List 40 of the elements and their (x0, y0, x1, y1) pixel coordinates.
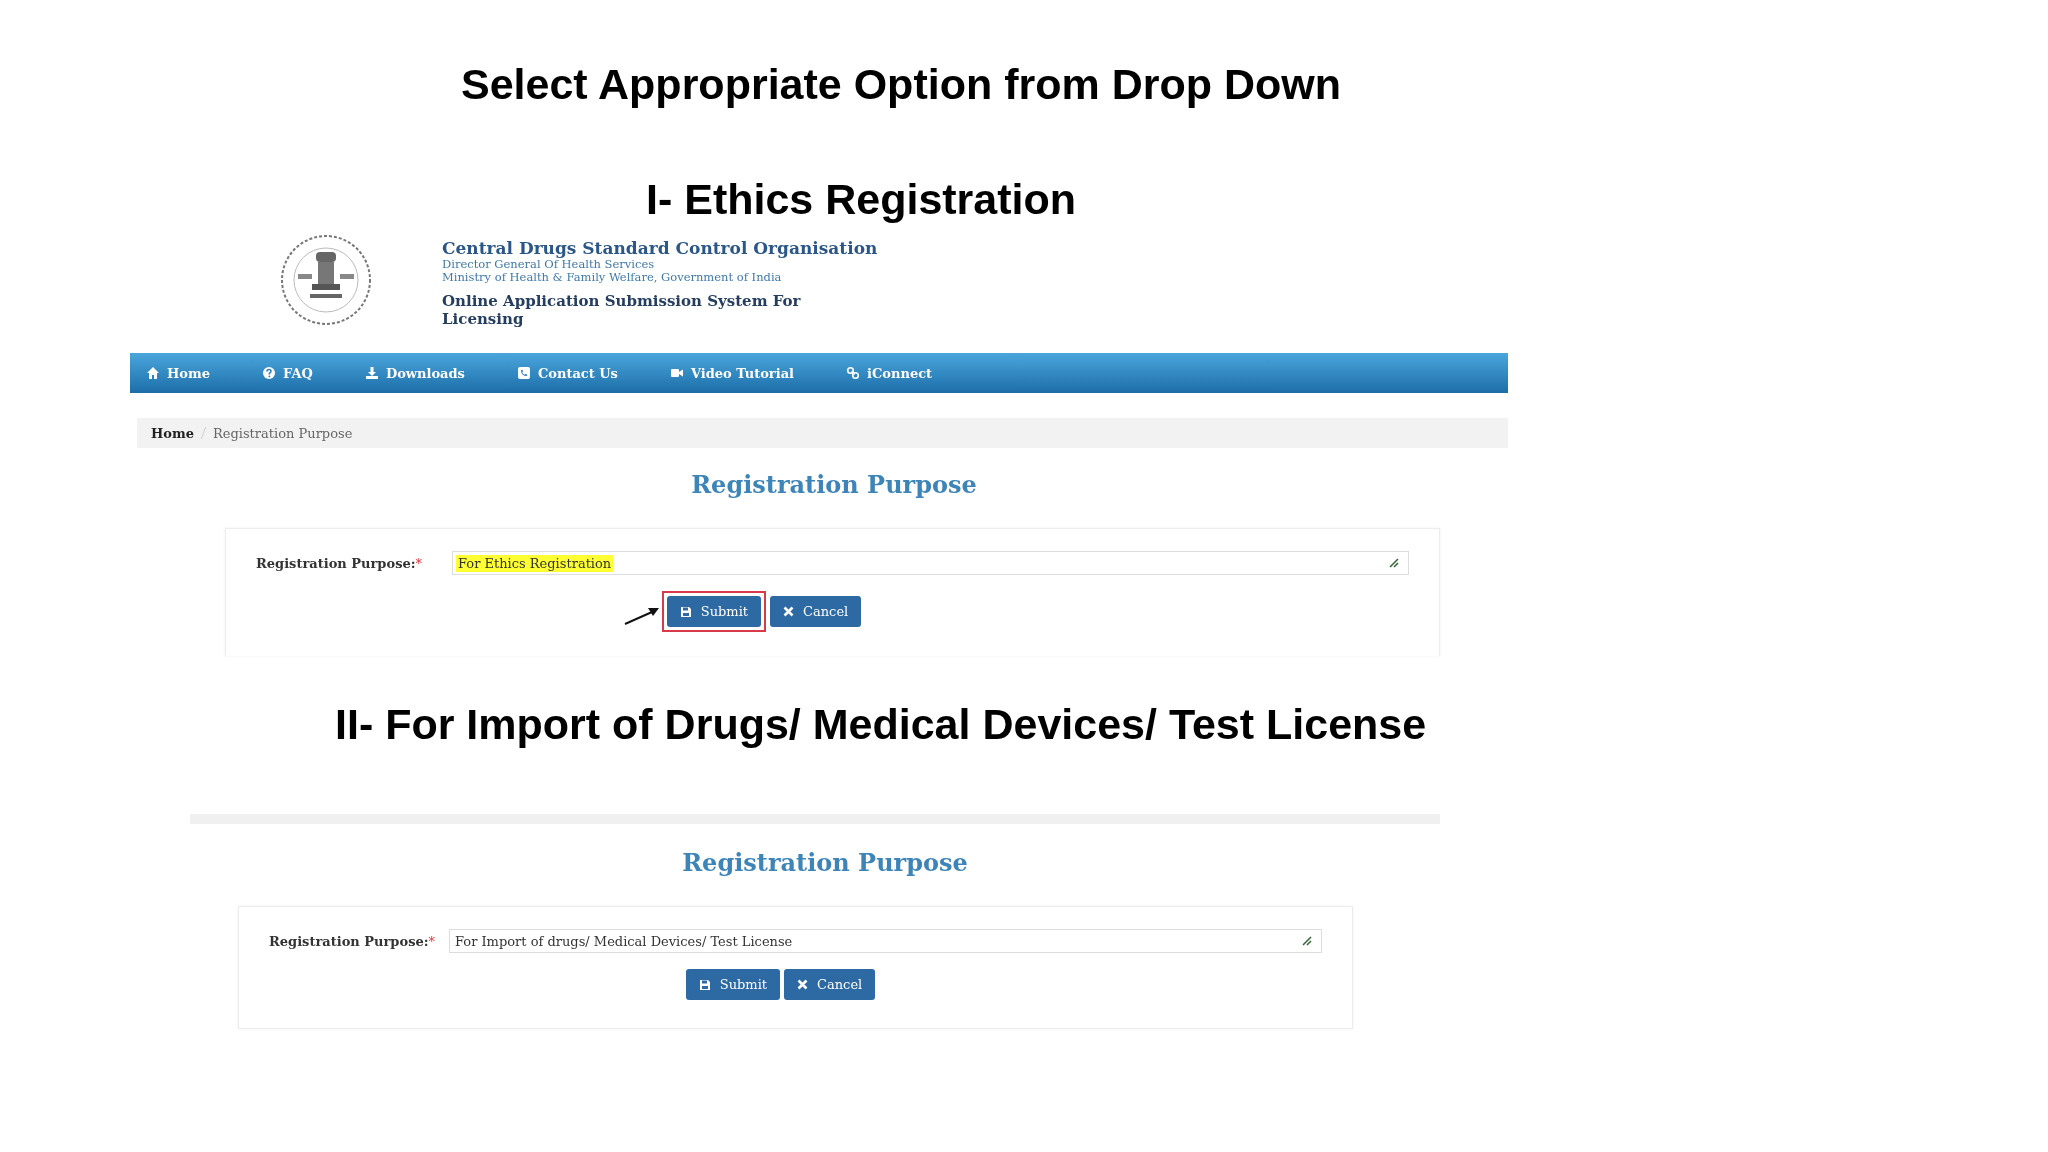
section-heading: II- For Import of Drugs/ Medical Devices/ Test License (334, 700, 1428, 748)
required-mark: * (415, 555, 423, 571)
section-heading: I- Ethics Registration (645, 175, 1078, 223)
slide-title: Select Appropriate Option from Drop Down (460, 59, 1342, 110)
system-name: Online Application Submission System For Licensing (442, 292, 802, 328)
organisation-name: Central Drugs Standard Control Organisation (442, 238, 878, 258)
nav-link[interactable]: Contact Us (516, 365, 618, 381)
submit-button[interactable]: Submit (666, 596, 762, 627)
close-icon (783, 606, 795, 617)
resize-icon (1388, 557, 1400, 569)
department-name: Director General Of Health Services (442, 258, 656, 271)
link-icon (846, 366, 861, 380)
cancel-button[interactable]: Cancel (784, 969, 876, 1000)
resize-icon (1301, 935, 1313, 947)
help-icon (262, 366, 276, 380)
emblem-icon (278, 232, 374, 328)
select-field[interactable]: For Import of drugs/ Medical Devices/ Test License (449, 929, 1322, 953)
nav-link[interactable]: FAQ (262, 365, 313, 381)
select-field[interactable]: For Ethics Registration (452, 551, 1409, 575)
ministry-name: Ministry of Health & Family Welfare, Government of India (442, 271, 783, 284)
field-label: Registration Purpose: (256, 555, 416, 571)
save-icon (698, 978, 711, 991)
home-icon (146, 366, 160, 380)
breadcrumb-link[interactable]: Home (151, 425, 194, 441)
nav-link[interactable]: Home (146, 365, 210, 381)
page-title: Registration Purpose (690, 470, 978, 500)
nav-link[interactable]: iConnect (846, 365, 933, 381)
phone-icon (516, 366, 531, 380)
nav-link[interactable]: Video Tutorial (669, 365, 795, 381)
page-title: Registration Purpose (681, 848, 969, 878)
cancel-button[interactable]: Cancel (770, 596, 862, 627)
video-camera-icon (669, 366, 684, 380)
required-mark: * (428, 933, 436, 949)
submit-button[interactable]: Submit (685, 969, 781, 1000)
nav-link[interactable]: Downloads (364, 365, 465, 381)
breadcrumb-current: Registration Purpose (213, 425, 353, 441)
close-icon (797, 979, 809, 990)
field-label: Registration Purpose: (269, 933, 429, 949)
download-icon (364, 366, 379, 380)
save-icon (679, 605, 692, 618)
